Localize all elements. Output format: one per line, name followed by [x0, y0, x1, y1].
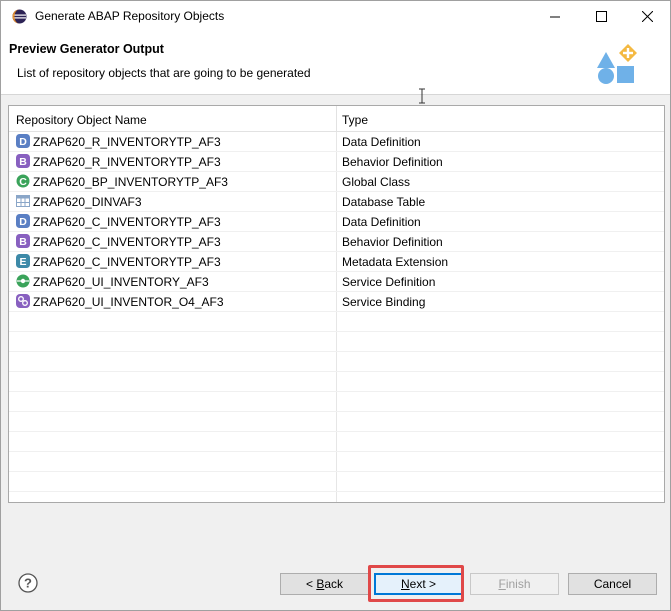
repository-objects-table[interactable]: Repository Object Name Type D ZRAP620_R_I… [8, 105, 665, 503]
dialog-window: Generate ABAP Repository Objects Preview… [0, 0, 671, 611]
table-row[interactable]: D ZRAP620_R_INVENTORYTP_AF3 Data Definitio… [9, 132, 664, 152]
minimize-button[interactable] [532, 1, 578, 32]
eclipse-icon [12, 9, 27, 24]
table-row[interactable]: ZRAP620_UI_INVENTORY_AF3 Service Definiti… [9, 272, 664, 292]
svg-text:B: B [19, 156, 27, 168]
object-type-cell: Service Definition [342, 275, 436, 289]
empty-table-row [9, 492, 664, 502]
wizard-header: Preview Generator Output List of reposit… [1, 32, 670, 95]
empty-table-row [9, 452, 664, 472]
data-definition-icon: D [16, 134, 30, 148]
object-type-cell: Behavior Definition [342, 235, 443, 249]
back-button[interactable]: < Back [280, 573, 369, 595]
behavior-definition-icon: B [16, 234, 30, 248]
service-definition-icon [16, 274, 30, 288]
table-row[interactable]: B ZRAP620_C_INVENTORYTP_AF3 Behavior Defin… [9, 232, 664, 252]
object-name-cell: ZRAP620_DINVAF3 [33, 195, 142, 209]
object-type-cell: Database Table [342, 195, 426, 209]
data-definition-icon: D [16, 214, 30, 228]
back-mnemonic: B [316, 577, 325, 591]
object-name-cell: ZRAP620_R_INVENTORYTP_AF3 [33, 155, 221, 169]
table-row[interactable]: C ZRAP620_BP_INVENTORYTP_AF3 Global Class [9, 172, 664, 192]
service-binding-icon [16, 294, 30, 308]
finish-mnemonic: F [498, 577, 506, 591]
table-header: Repository Object Name Type [9, 106, 664, 132]
object-name-cell: ZRAP620_BP_INVENTORYTP_AF3 [33, 175, 228, 189]
svg-text:D: D [19, 136, 27, 148]
object-type-cell: Data Definition [342, 135, 421, 149]
svg-text:D: D [19, 216, 27, 228]
empty-table-row [9, 392, 664, 412]
behavior-definition-icon: B [16, 154, 30, 168]
finish-label: inish [505, 577, 531, 591]
page-title: Preview Generator Output [9, 42, 164, 56]
back-label: ack [324, 577, 344, 591]
svg-text:?: ? [24, 576, 32, 591]
header-separator[interactable] [336, 106, 337, 131]
object-type-cell: Behavior Definition [342, 155, 443, 169]
empty-table-row [9, 432, 664, 452]
object-name-cell: ZRAP620_R_INVENTORYTP_AF3 [33, 135, 221, 149]
svg-text:B: B [19, 236, 27, 248]
object-name-cell: ZRAP620_UI_INVENTOR_O4_AF3 [33, 295, 224, 309]
next-mnemonic: N [400, 577, 410, 591]
database-table-icon [16, 194, 30, 208]
empty-table-row [9, 352, 664, 372]
close-icon [641, 11, 653, 22]
next-label: ext > [409, 577, 437, 591]
next-button[interactable]: Next > [374, 573, 463, 595]
object-type-cell: Data Definition [342, 215, 421, 229]
finish-button[interactable]: Finish [470, 573, 559, 595]
table-row[interactable]: ZRAP620_UI_INVENTOR_O4_AF3 Service Bindin… [9, 292, 664, 312]
global-class-icon: C [16, 174, 30, 188]
svg-text:E: E [19, 256, 26, 268]
table-row[interactable]: E ZRAP620_C_INVENTORYTP_AF3 Metadata Exten… [9, 252, 664, 272]
object-name-cell: ZRAP620_C_INVENTORYTP_AF3 [33, 235, 221, 249]
maximize-button[interactable] [578, 1, 624, 32]
empty-table-row [9, 332, 664, 352]
object-name-cell: ZRAP620_C_INVENTORYTP_AF3 [33, 255, 221, 269]
table-row[interactable]: ZRAP620_DINVAF3 Database Table [9, 192, 664, 212]
table-body: D ZRAP620_R_INVENTORYTP_AF3 Data Definitio… [9, 132, 664, 502]
title-bar: Generate ABAP Repository Objects [1, 1, 670, 32]
table-row[interactable]: B ZRAP620_R_INVENTORYTP_AF3 Behavior Defin… [9, 152, 664, 172]
object-type-cell: Metadata Extension [342, 255, 449, 269]
window-title: Generate ABAP Repository Objects [35, 9, 225, 23]
back-prefix: < [305, 577, 317, 591]
empty-table-row [9, 472, 664, 492]
generator-wizard-icon [597, 44, 637, 84]
object-type-cell: Service Binding [342, 295, 426, 309]
table-row[interactable]: D ZRAP620_C_INVENTORYTP_AF3 Data Definitio… [9, 212, 664, 232]
object-name-cell: ZRAP620_UI_INVENTORY_AF3 [33, 275, 209, 289]
object-type-cell: Global Class [342, 175, 411, 189]
svg-text:C: C [19, 176, 27, 188]
cancel-button[interactable]: Cancel [568, 573, 657, 595]
column-header-type[interactable]: Type [342, 113, 368, 127]
empty-table-row [9, 312, 664, 332]
column-header-name[interactable]: Repository Object Name [16, 113, 147, 127]
minimize-icon [550, 16, 560, 17]
text-cursor-icon [419, 88, 425, 104]
help-icon[interactable]: ? [18, 573, 38, 593]
object-name-cell: ZRAP620_C_INVENTORYTP_AF3 [33, 215, 221, 229]
maximize-icon [595, 11, 607, 22]
empty-table-row [9, 372, 664, 392]
page-description: List of repository objects that are goin… [17, 66, 311, 80]
empty-table-row [9, 412, 664, 432]
metadata-extension-icon: E [16, 254, 30, 268]
close-button[interactable] [624, 1, 670, 32]
